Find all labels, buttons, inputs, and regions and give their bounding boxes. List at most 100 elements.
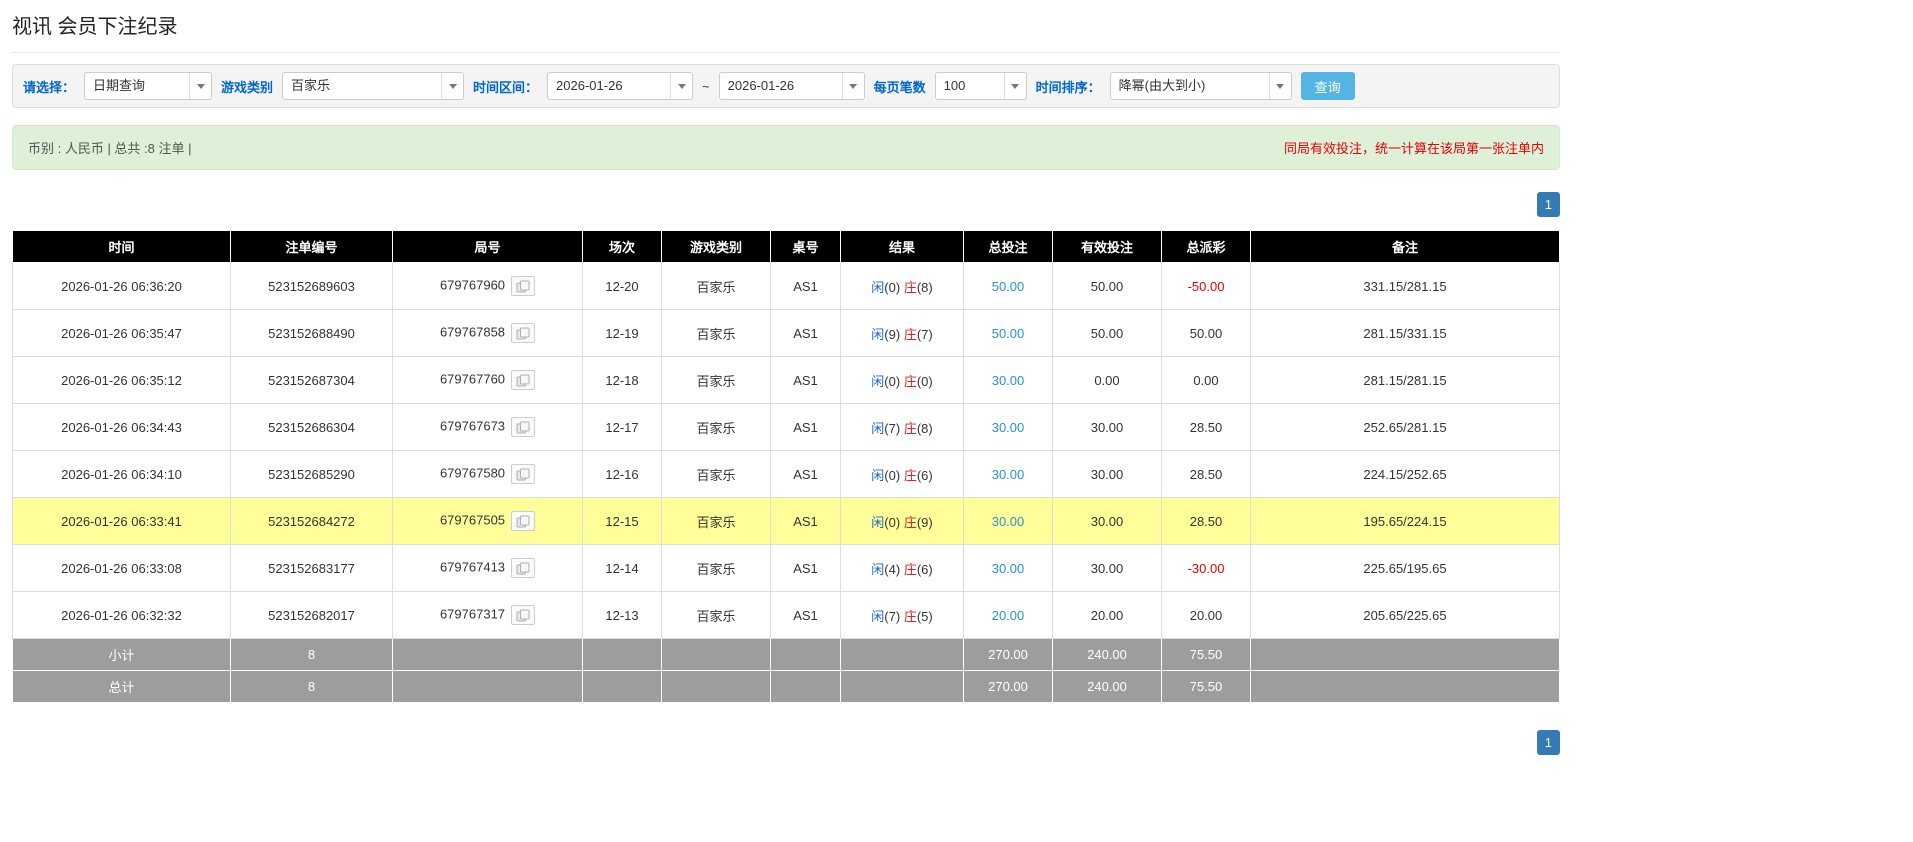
result-banker-label: 庄	[903, 514, 917, 530]
cell-bet-id: 523152688490	[230, 309, 393, 357]
cell-total-bet: 30.00	[963, 403, 1053, 451]
round-id: 679767673	[439, 418, 506, 434]
footer-empty-cell	[392, 638, 583, 671]
footer-payout: 75.50	[1161, 670, 1251, 703]
total-bet-link[interactable]: 20.00	[992, 608, 1025, 623]
records-table: 时间 注单编号 局号 场次 游戏类别 桌号 结果 总投注 有效投注 总派彩 备注…	[12, 230, 1560, 703]
time-range-label: 时间区间：	[473, 79, 539, 95]
pagination-top: 1	[12, 192, 1560, 217]
roadmap-icon-button[interactable]	[511, 417, 536, 437]
result-player-score: (7)	[884, 420, 901, 436]
result-player-label: 闲	[871, 279, 885, 295]
total-bet-link[interactable]: 50.00	[992, 326, 1025, 341]
cell-time: 2026-01-26 06:35:47	[12, 309, 231, 357]
page-size-select[interactable]: 100	[934, 72, 1027, 100]
cards-icon	[516, 280, 530, 293]
round-id: 679767413	[439, 559, 506, 575]
table-row: 2026-01-26 06:33:08 523152683177 679767413…	[12, 544, 1560, 592]
roadmap-icon-button[interactable]	[511, 511, 536, 531]
cell-game-type: 百家乐	[661, 450, 771, 498]
footer-empty-cell	[840, 638, 964, 671]
game-type-select[interactable]: 百家乐	[282, 72, 465, 100]
total-bet-link[interactable]: 30.00	[992, 514, 1025, 529]
result-banker-label: 庄	[903, 561, 917, 577]
cell-total-bet: 30.00	[963, 450, 1053, 498]
table-header-row: 时间 注单编号 局号 场次 游戏类别 桌号 结果 总投注 有效投注 总派彩 备注	[12, 230, 1560, 263]
total-bet-link[interactable]: 30.00	[992, 561, 1025, 576]
cell-total-bet: 50.00	[963, 309, 1053, 357]
cards-icon	[516, 468, 530, 481]
footer-empty-cell	[661, 638, 771, 671]
table-row: 2026-01-26 06:35:12 523152687304 679767760…	[12, 356, 1560, 404]
page-size-value: 100	[943, 78, 966, 93]
total-bet-link[interactable]: 30.00	[992, 420, 1025, 435]
chevron-down-icon	[670, 73, 693, 99]
roadmap-icon-button[interactable]	[511, 605, 536, 625]
roadmap-icon-button[interactable]	[511, 558, 536, 578]
summary-bar: 币别 : 人民币 | 总共 :8 注单 | 同局有效投注，统一计算在该局第一张注…	[12, 125, 1560, 170]
search-button[interactable]: 查询	[1300, 72, 1355, 100]
result-player-score: (4)	[884, 561, 901, 577]
filter-bar: 请选择： 日期查询 游戏类别 百家乐 时间区间： 2026-01-26 ~ 20…	[12, 64, 1560, 108]
cell-total-bet: 30.00	[963, 356, 1053, 404]
table-row: 2026-01-26 06:34:43 523152686304 679767673…	[12, 403, 1560, 451]
cell-round-id: 679767580	[392, 450, 583, 498]
date-range-separator: ~	[702, 78, 710, 94]
footer-valid-bet: 240.00	[1052, 638, 1162, 671]
result-player-label: 闲	[871, 420, 885, 436]
cell-session: 12-19	[582, 309, 662, 357]
total-bet-link[interactable]: 30.00	[992, 467, 1025, 482]
cell-time: 2026-01-26 06:33:08	[12, 544, 231, 592]
cell-note: 195.65/224.15	[1250, 497, 1560, 545]
footer-empty-cell	[840, 670, 964, 703]
cell-table-no: AS1	[770, 356, 841, 404]
cell-game-type: 百家乐	[661, 497, 771, 545]
result-player-score: (0)	[884, 373, 901, 389]
result-player-label: 闲	[871, 373, 885, 389]
cell-payout: -50.00	[1161, 262, 1251, 310]
cell-time: 2026-01-26 06:34:43	[12, 403, 231, 451]
date-from-select[interactable]: 2026-01-26	[547, 72, 694, 100]
roadmap-icon-button[interactable]	[511, 276, 536, 296]
table-row: 2026-01-26 06:33:41 523152684272 679767505…	[12, 497, 1560, 545]
date-to-select[interactable]: 2026-01-26	[718, 72, 865, 100]
result-player-label: 闲	[871, 514, 885, 530]
total-bet-link[interactable]: 50.00	[992, 279, 1025, 294]
roadmap-icon-button[interactable]	[511, 464, 536, 484]
cell-payout: 0.00	[1161, 356, 1251, 404]
header-payout: 总派彩	[1161, 230, 1251, 263]
result-player-label: 闲	[871, 608, 885, 624]
sort-order-value: 降幂(由大到小)	[1118, 78, 1206, 93]
sort-order-label: 时间排序：	[1035, 79, 1101, 95]
footer-label: 小计	[12, 638, 231, 671]
round-id: 679767317	[439, 606, 506, 622]
table-row: 2026-01-26 06:32:32 523152682017 679767317…	[12, 591, 1560, 639]
total-row: 总计 8 270.00 240.00 75.50	[12, 670, 1560, 703]
cell-table-no: AS1	[770, 591, 841, 639]
result-player-score: (9)	[884, 326, 901, 342]
chevron-down-icon	[1268, 73, 1291, 99]
cell-payout: 50.00	[1161, 309, 1251, 357]
page-title: 视讯 会员下注纪录	[12, 0, 1560, 53]
header-time: 时间	[12, 230, 231, 263]
footer-empty-cell	[582, 670, 662, 703]
date-mode-select[interactable]: 日期查询	[84, 72, 213, 100]
cell-valid-bet: 0.00	[1052, 356, 1162, 404]
sort-order-select[interactable]: 降幂(由大到小)	[1109, 72, 1292, 100]
cell-round-id: 679767413	[392, 544, 583, 592]
cell-valid-bet: 30.00	[1052, 403, 1162, 451]
roadmap-icon-button[interactable]	[511, 323, 536, 343]
total-bet-link[interactable]: 30.00	[992, 373, 1025, 388]
table-body: 2026-01-26 06:36:20 523152689603 679767960…	[12, 262, 1560, 703]
cell-total-bet: 50.00	[963, 262, 1053, 310]
date-from-value: 2026-01-26	[556, 78, 623, 93]
cell-note: 252.65/281.15	[1250, 403, 1560, 451]
cell-time: 2026-01-26 06:36:20	[12, 262, 231, 310]
cell-session: 12-13	[582, 591, 662, 639]
cell-result: 闲(0) 庄(6)	[840, 450, 964, 498]
roadmap-icon-button[interactable]	[511, 370, 536, 390]
page-button-1[interactable]: 1	[1536, 192, 1560, 217]
cell-game-type: 百家乐	[661, 356, 771, 404]
page-button-1[interactable]: 1	[1536, 730, 1560, 755]
header-result: 结果	[840, 230, 964, 263]
